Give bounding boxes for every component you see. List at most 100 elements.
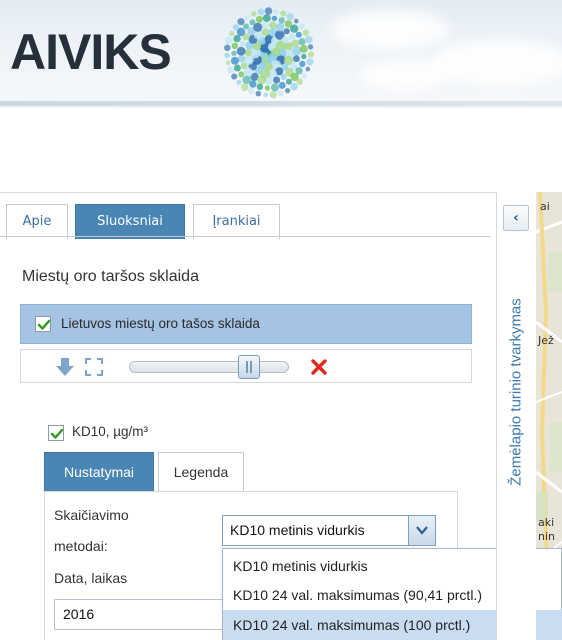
map-label: Jež	[538, 334, 554, 347]
logo-dot	[275, 22, 285, 32]
logo-dot	[233, 34, 241, 43]
method-select-value: KD10 metinis vidurkis	[230, 522, 365, 538]
logo-dot	[288, 33, 296, 41]
logo-dot	[293, 55, 300, 63]
logo-dot	[224, 44, 231, 52]
logo-dot	[286, 13, 294, 21]
logo-dot	[244, 49, 252, 57]
collapse-panel-button[interactable]: ‹	[503, 205, 529, 231]
layer-checkbox[interactable]	[35, 316, 51, 332]
logo-dot	[227, 66, 235, 74]
map-label: ai	[540, 200, 550, 213]
logo-dot	[270, 83, 279, 92]
logo-dot	[247, 87, 255, 95]
logo-dot	[299, 44, 308, 53]
logo-dot	[291, 39, 300, 48]
opacity-slider-track[interactable]	[129, 361, 289, 373]
logo-dot	[231, 73, 238, 80]
logo-dot	[295, 31, 302, 38]
logo-dot	[237, 18, 245, 26]
sky-cloud	[330, 10, 450, 50]
tab-sluoksniai[interactable]: Sluoksniai	[75, 204, 185, 239]
logo-dot	[249, 19, 256, 26]
download-arrow-icon[interactable]	[55, 357, 75, 377]
logo-dot	[240, 83, 249, 92]
site-logo-text[interactable]: AIVIKS	[10, 22, 172, 82]
logo-dot	[285, 88, 291, 94]
method-select-toggle[interactable]	[408, 516, 435, 545]
logo-dot	[225, 60, 231, 66]
logo-dot	[308, 44, 314, 50]
logo-dot	[277, 90, 284, 97]
logo-dot	[296, 78, 303, 85]
tab-nustatymai[interactable]: Nustatymai	[44, 452, 154, 492]
logo-dot	[273, 9, 279, 15]
logo-dot	[232, 24, 239, 31]
fullscreen-icon[interactable]	[85, 358, 103, 376]
side-tab-title[interactable]: Žemėlapio turinio tvarkymas	[508, 298, 525, 486]
logo-dot	[225, 36, 233, 45]
logo-dot	[301, 72, 308, 79]
logo-dot	[283, 28, 290, 35]
logo-dot	[290, 24, 299, 33]
date-label: Data, laikas	[54, 570, 128, 586]
map-label: nin	[538, 530, 555, 543]
chevron-down-icon	[416, 526, 428, 535]
logo-dot	[262, 14, 271, 23]
logo-dot	[294, 18, 299, 24]
logo-dot	[240, 62, 248, 70]
logo-dot	[273, 76, 281, 84]
logo-dot	[264, 7, 273, 15]
method-select[interactable]: KD10 metinis vidurkis	[222, 515, 436, 546]
logo-dot	[231, 42, 238, 49]
tabs-divider	[0, 236, 490, 237]
logo-dot	[264, 76, 274, 86]
logo-dot	[257, 8, 265, 16]
logo-dot	[280, 10, 287, 17]
logo-dot	[299, 60, 306, 68]
logo-dot	[231, 50, 237, 56]
sublayer-label: KD10, µg/m³	[72, 424, 149, 439]
logo-dot	[269, 91, 277, 99]
sky-cloud	[430, 40, 562, 85]
logo-dot	[238, 71, 245, 78]
tab-irankiai[interactable]: Įrankiai	[193, 204, 280, 239]
logo-dot	[298, 23, 305, 30]
logo-dot	[280, 73, 287, 80]
logo-dot	[255, 15, 263, 23]
remove-icon[interactable]	[311, 359, 327, 375]
logo-dot	[305, 66, 311, 72]
logo-dot	[237, 54, 246, 63]
logo-dot	[261, 28, 270, 37]
logo-dot	[236, 46, 246, 56]
logo-dot	[255, 90, 262, 97]
site-logo-icon[interactable]	[220, 4, 318, 102]
logo-dot	[302, 29, 310, 36]
logo-dot	[261, 21, 269, 29]
logo-dot	[229, 30, 235, 37]
logo-dot	[278, 17, 285, 24]
sublayer-checkbox[interactable]	[48, 425, 64, 441]
logo-dot	[305, 35, 313, 44]
logo-dot	[233, 64, 241, 72]
method-label-cont: metodai:	[54, 538, 108, 554]
logo-dot	[256, 83, 264, 91]
logo-dot	[285, 78, 292, 85]
sky-cloud	[360, 60, 450, 90]
logo-dot	[307, 51, 315, 58]
logo-dot	[224, 52, 230, 59]
logo-dot	[239, 40, 246, 47]
site-header: AIVIKS	[0, 0, 562, 103]
logo-dot	[264, 85, 271, 91]
tab-apie[interactable]: Apie	[6, 204, 68, 239]
date-field[interactable]: 2016	[54, 599, 224, 630]
logo-dot	[306, 58, 314, 66]
tab-legenda[interactable]: Legenda	[158, 452, 244, 492]
logo-dot	[244, 14, 250, 20]
map-label: aki	[538, 516, 555, 529]
layer-row[interactable]: Lietuvos miestų oro tašos sklaida	[20, 304, 472, 344]
opacity-slider-handle[interactable]	[238, 355, 260, 379]
method-label: Skaičiavimo	[54, 507, 129, 523]
logo-dot	[251, 11, 257, 17]
logo-dot	[290, 82, 298, 91]
